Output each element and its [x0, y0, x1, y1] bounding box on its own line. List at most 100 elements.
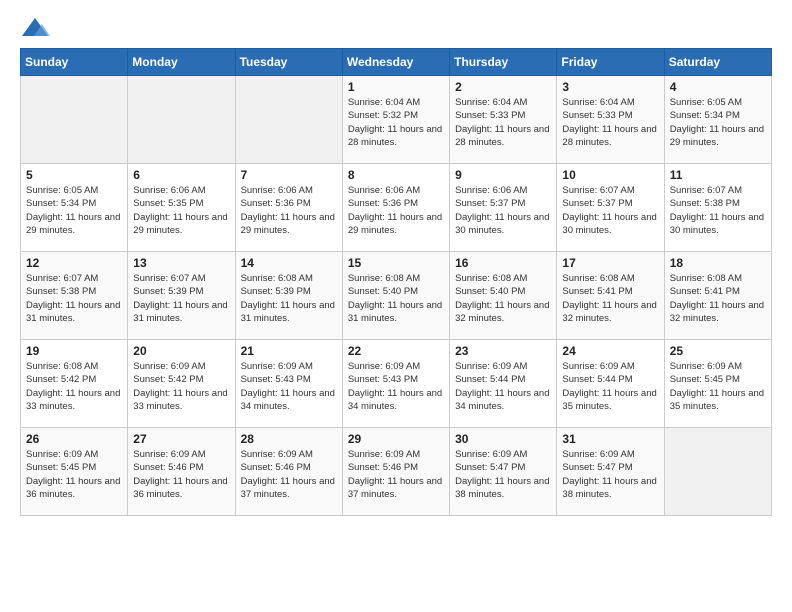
day-number: 11 [670, 168, 766, 182]
calendar-cell: 20 Sunrise: 6:09 AM Sunset: 5:42 PM Dayli… [128, 340, 235, 428]
day-info: Sunrise: 6:09 AM Sunset: 5:43 PM Dayligh… [348, 360, 444, 413]
calendar-cell: 27 Sunrise: 6:09 AM Sunset: 5:46 PM Dayli… [128, 428, 235, 516]
header-day-saturday: Saturday [664, 49, 771, 76]
day-number: 8 [348, 168, 444, 182]
day-number: 10 [562, 168, 658, 182]
day-number: 7 [241, 168, 337, 182]
day-number: 27 [133, 432, 229, 446]
day-number: 28 [241, 432, 337, 446]
calendar: SundayMondayTuesdayWednesdayThursdayFrid… [20, 48, 772, 516]
calendar-cell: 28 Sunrise: 6:09 AM Sunset: 5:46 PM Dayli… [235, 428, 342, 516]
day-info: Sunrise: 6:09 AM Sunset: 5:44 PM Dayligh… [562, 360, 658, 413]
calendar-cell: 18Sunrise: 6:08 AM Sunset: 5:41 PM Dayli… [664, 252, 771, 340]
calendar-cell: 30 Sunrise: 6:09 AM Sunset: 5:47 PM Dayli… [450, 428, 557, 516]
calendar-cell: 12 Sunrise: 6:07 AM Sunset: 5:38 PM Dayli… [21, 252, 128, 340]
day-number: 3 [562, 80, 658, 94]
day-info: Sunrise: 6:08 AM Sunset: 5:39 PM Dayligh… [241, 272, 337, 325]
day-info: Sunrise: 6:09 AM Sunset: 5:46 PM Dayligh… [133, 448, 229, 501]
calendar-cell: 29 Sunrise: 6:09 AM Sunset: 5:46 PM Dayli… [342, 428, 449, 516]
week-row-5: 26 Sunrise: 6:09 AM Sunset: 5:45 PM Dayli… [21, 428, 772, 516]
day-number: 1 [348, 80, 444, 94]
day-number: 16 [455, 256, 551, 270]
day-number: 4 [670, 80, 766, 94]
day-info: Sunrise: 6:07 AM Sunset: 5:38 PM Dayligh… [26, 272, 122, 325]
week-row-1: 1Sunrise: 6:04 AM Sunset: 5:32 PM Daylig… [21, 76, 772, 164]
day-info: Sunrise: 6:06 AM Sunset: 5:37 PM Dayligh… [455, 184, 551, 237]
calendar-cell: 1Sunrise: 6:04 AM Sunset: 5:32 PM Daylig… [342, 76, 449, 164]
day-info: Sunrise: 6:04 AM Sunset: 5:33 PM Dayligh… [455, 96, 551, 149]
day-info: Sunrise: 6:09 AM Sunset: 5:47 PM Dayligh… [455, 448, 551, 501]
calendar-cell: 11 Sunrise: 6:07 AM Sunset: 5:38 PM Dayli… [664, 164, 771, 252]
logo [20, 16, 52, 38]
day-info: Sunrise: 6:05 AM Sunset: 5:34 PM Dayligh… [670, 96, 766, 149]
day-number: 31 [562, 432, 658, 446]
calendar-cell: 4 Sunrise: 6:05 AM Sunset: 5:34 PM Daylig… [664, 76, 771, 164]
header-day-friday: Friday [557, 49, 664, 76]
calendar-cell: 2 Sunrise: 6:04 AM Sunset: 5:33 PM Daylig… [450, 76, 557, 164]
day-info: Sunrise: 6:09 AM Sunset: 5:47 PM Dayligh… [562, 448, 658, 501]
day-number: 19 [26, 344, 122, 358]
day-number: 23 [455, 344, 551, 358]
day-info: Sunrise: 6:06 AM Sunset: 5:36 PM Dayligh… [241, 184, 337, 237]
day-number: 29 [348, 432, 444, 446]
header-day-thursday: Thursday [450, 49, 557, 76]
day-number: 25 [670, 344, 766, 358]
day-info: Sunrise: 6:07 AM Sunset: 5:37 PM Dayligh… [562, 184, 658, 237]
day-number: 6 [133, 168, 229, 182]
day-info: Sunrise: 6:09 AM Sunset: 5:45 PM Dayligh… [670, 360, 766, 413]
day-info: Sunrise: 6:09 AM Sunset: 5:43 PM Dayligh… [241, 360, 337, 413]
calendar-cell: 6 Sunrise: 6:06 AM Sunset: 5:35 PM Daylig… [128, 164, 235, 252]
day-number: 12 [26, 256, 122, 270]
calendar-cell: 16 Sunrise: 6:08 AM Sunset: 5:40 PM Dayli… [450, 252, 557, 340]
day-info: Sunrise: 6:09 AM Sunset: 5:42 PM Dayligh… [133, 360, 229, 413]
calendar-cell [21, 76, 128, 164]
calendar-cell: 5 Sunrise: 6:05 AM Sunset: 5:34 PM Daylig… [21, 164, 128, 252]
day-number: 21 [241, 344, 337, 358]
day-number: 20 [133, 344, 229, 358]
week-row-2: 5 Sunrise: 6:05 AM Sunset: 5:34 PM Daylig… [21, 164, 772, 252]
calendar-cell: 10 Sunrise: 6:07 AM Sunset: 5:37 PM Dayli… [557, 164, 664, 252]
calendar-cell: 21 Sunrise: 6:09 AM Sunset: 5:43 PM Dayli… [235, 340, 342, 428]
day-number: 22 [348, 344, 444, 358]
day-number: 30 [455, 432, 551, 446]
day-info: Sunrise: 6:07 AM Sunset: 5:39 PM Dayligh… [133, 272, 229, 325]
day-info: Sunrise: 6:07 AM Sunset: 5:38 PM Dayligh… [670, 184, 766, 237]
day-number: 26 [26, 432, 122, 446]
calendar-cell: 9 Sunrise: 6:06 AM Sunset: 5:37 PM Daylig… [450, 164, 557, 252]
day-info: Sunrise: 6:04 AM Sunset: 5:33 PM Dayligh… [562, 96, 658, 149]
header-day-sunday: Sunday [21, 49, 128, 76]
calendar-cell: 8 Sunrise: 6:06 AM Sunset: 5:36 PM Daylig… [342, 164, 449, 252]
logo-icon [20, 16, 48, 38]
day-info: Sunrise: 6:09 AM Sunset: 5:44 PM Dayligh… [455, 360, 551, 413]
day-number: 2 [455, 80, 551, 94]
week-row-4: 19 Sunrise: 6:08 AM Sunset: 5:42 PM Dayli… [21, 340, 772, 428]
day-info: Sunrise: 6:08 AM Sunset: 5:42 PM Dayligh… [26, 360, 122, 413]
week-row-3: 12 Sunrise: 6:07 AM Sunset: 5:38 PM Dayli… [21, 252, 772, 340]
page-header [20, 16, 772, 38]
calendar-cell: 25 Sunrise: 6:09 AM Sunset: 5:45 PM Dayli… [664, 340, 771, 428]
day-info: Sunrise: 6:05 AM Sunset: 5:34 PM Dayligh… [26, 184, 122, 237]
calendar-cell: 13Sunrise: 6:07 AM Sunset: 5:39 PM Dayli… [128, 252, 235, 340]
calendar-cell: 31 Sunrise: 6:09 AM Sunset: 5:47 PM Dayli… [557, 428, 664, 516]
day-info: Sunrise: 6:09 AM Sunset: 5:45 PM Dayligh… [26, 448, 122, 501]
day-number: 14 [241, 256, 337, 270]
day-number: 9 [455, 168, 551, 182]
calendar-cell: 24Sunrise: 6:09 AM Sunset: 5:44 PM Dayli… [557, 340, 664, 428]
day-number: 17 [562, 256, 658, 270]
header-day-tuesday: Tuesday [235, 49, 342, 76]
calendar-cell: 23 Sunrise: 6:09 AM Sunset: 5:44 PM Dayli… [450, 340, 557, 428]
calendar-cell: 7 Sunrise: 6:06 AM Sunset: 5:36 PM Daylig… [235, 164, 342, 252]
day-number: 5 [26, 168, 122, 182]
day-info: Sunrise: 6:09 AM Sunset: 5:46 PM Dayligh… [348, 448, 444, 501]
day-info: Sunrise: 6:08 AM Sunset: 5:40 PM Dayligh… [455, 272, 551, 325]
calendar-cell: 26 Sunrise: 6:09 AM Sunset: 5:45 PM Dayli… [21, 428, 128, 516]
day-number: 15 [348, 256, 444, 270]
calendar-cell: 3 Sunrise: 6:04 AM Sunset: 5:33 PM Daylig… [557, 76, 664, 164]
calendar-cell: 22 Sunrise: 6:09 AM Sunset: 5:43 PM Dayli… [342, 340, 449, 428]
day-info: Sunrise: 6:06 AM Sunset: 5:35 PM Dayligh… [133, 184, 229, 237]
calendar-cell: 17Sunrise: 6:08 AM Sunset: 5:41 PM Dayli… [557, 252, 664, 340]
calendar-cell [128, 76, 235, 164]
calendar-cell: 14 Sunrise: 6:08 AM Sunset: 5:39 PM Dayli… [235, 252, 342, 340]
day-info: Sunrise: 6:09 AM Sunset: 5:46 PM Dayligh… [241, 448, 337, 501]
day-info: Sunrise: 6:06 AM Sunset: 5:36 PM Dayligh… [348, 184, 444, 237]
